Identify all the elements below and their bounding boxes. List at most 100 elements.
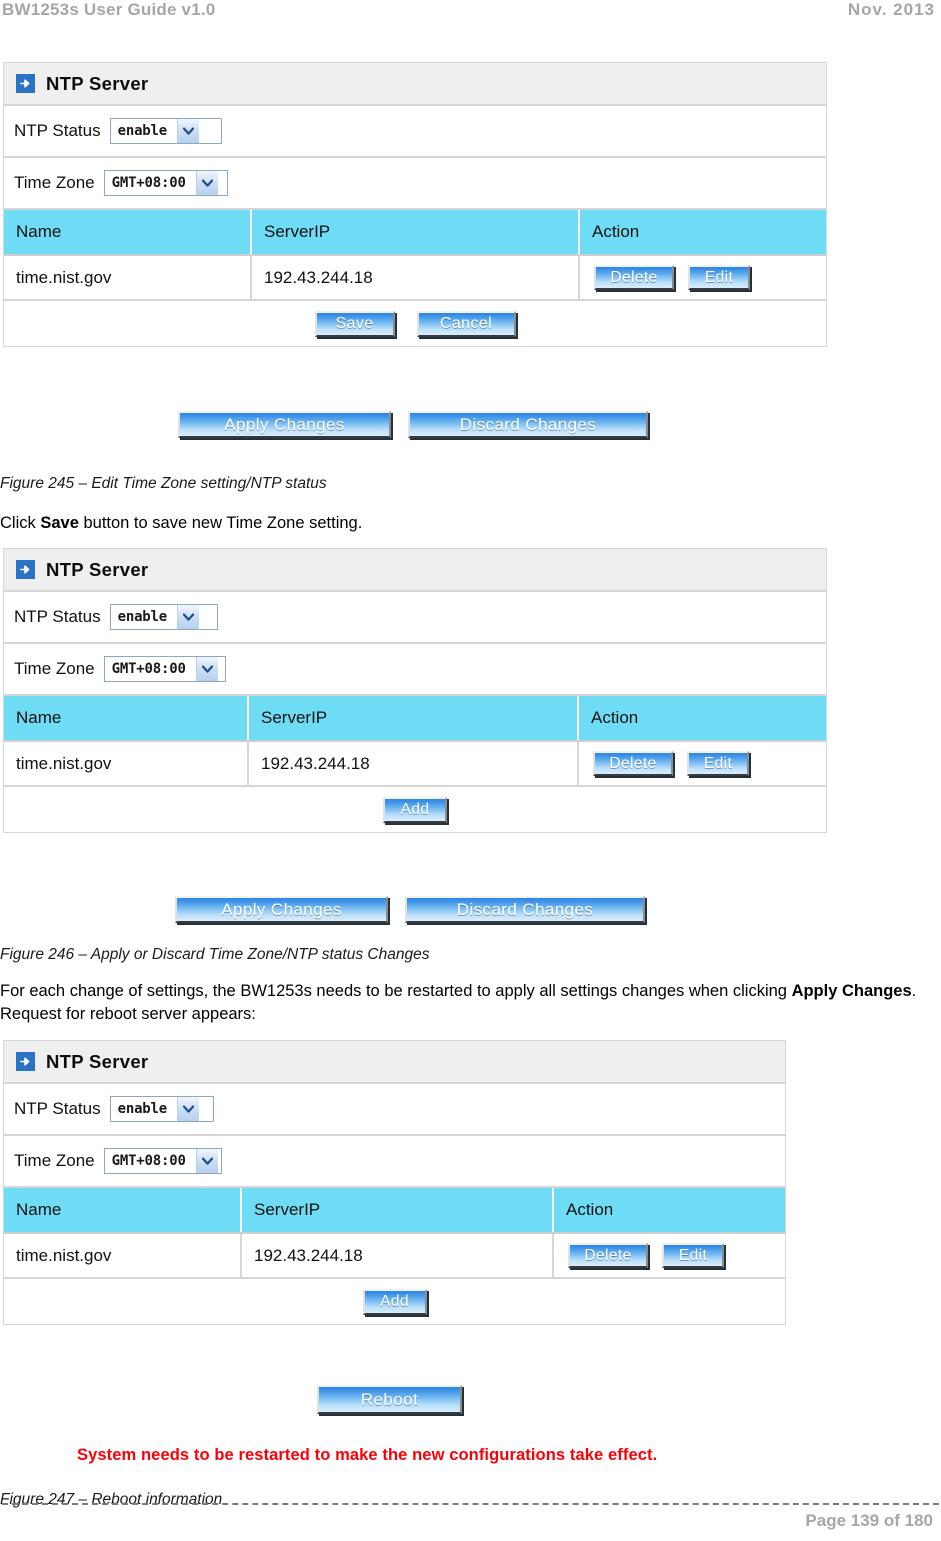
- discard-changes-button[interactable]: Discard Changes: [408, 411, 648, 438]
- ntp-server-panel-saved: NTP Server NTP Status enable Time Zone G…: [3, 548, 827, 833]
- table-row: time.nist.gov 192.43.244.18 Delete Edit: [4, 256, 826, 301]
- page-number: Page 139 of 180: [805, 1511, 933, 1530]
- chevron-down-icon[interactable]: [195, 171, 218, 195]
- ntp-table-header-row: Name ServerIP Action: [4, 696, 826, 742]
- edit-button[interactable]: Edit: [662, 1243, 724, 1268]
- reboot-button[interactable]: Reboot: [317, 1385, 462, 1414]
- ntp-server-panel-edit: NTP Server NTP Status enable Time Zone G…: [3, 62, 827, 347]
- ntp-status-label: NTP Status: [14, 121, 101, 140]
- ntp-table-header-row: Name ServerIP Action: [4, 210, 826, 256]
- ntp-status-select[interactable]: enable: [109, 1096, 214, 1122]
- reboot-warning-text: System needs to be restarted to make the…: [77, 1446, 658, 1464]
- column-header-name: Name: [4, 1188, 242, 1232]
- delete-button[interactable]: Delete: [594, 265, 674, 290]
- panel-title: NTP Server: [46, 1050, 149, 1072]
- cancel-button[interactable]: Cancel: [416, 310, 516, 337]
- column-header-serverip: ServerIP: [242, 1188, 554, 1232]
- chevron-down-icon[interactable]: [177, 1097, 199, 1121]
- time-zone-label: Time Zone: [14, 173, 95, 192]
- table-row: time.nist.gov 192.43.244.18 Delete Edit: [4, 1234, 785, 1279]
- time-zone-select[interactable]: GMT+08:00: [103, 170, 228, 196]
- arrow-right-icon: [16, 560, 35, 579]
- panel-title-bar: NTP Server: [4, 1041, 785, 1084]
- page-header: BW1253s User Guide v1.0 Nov. 2013: [0, 0, 941, 34]
- add-button[interactable]: Add: [362, 1288, 427, 1315]
- ntp-status-field-row: NTP Status enable: [4, 592, 826, 644]
- apply-changes-button[interactable]: Apply Changes: [175, 896, 388, 923]
- panel-title: NTP Server: [46, 558, 149, 580]
- ntp-status-value: enable: [117, 609, 168, 625]
- paragraph-text-bold: Apply Changes: [791, 982, 912, 1000]
- figure-caption-245: Figure 245 – Edit Time Zone setting/NTP …: [0, 475, 327, 492]
- column-header-name: Name: [4, 696, 249, 740]
- time-zone-select[interactable]: GMT+08:00: [103, 1148, 222, 1174]
- figure-caption-246: Figure 246 – Apply or Discard Time Zone/…: [0, 946, 430, 963]
- edit-button[interactable]: Edit: [687, 751, 749, 776]
- document-title: BW1253s User Guide v1.0: [2, 0, 216, 19]
- paragraph-text-pre: For each change of settings, the BW1253s…: [0, 982, 792, 1000]
- ntp-status-value: enable: [117, 1101, 168, 1117]
- paragraph-reboot-instruction: For each change of settings, the BW1253s…: [0, 980, 926, 1026]
- ntp-status-select[interactable]: enable: [109, 604, 218, 630]
- action-bar-apply-discard-2: Apply Changes Discard Changes: [175, 896, 645, 923]
- delete-button[interactable]: Delete: [593, 751, 673, 776]
- table-row: time.nist.gov 192.43.244.18 Delete Edit: [4, 742, 826, 787]
- panel-footer-buttons: Save Cancel: [4, 301, 826, 346]
- ntp-server-panel-reboot: NTP Server NTP Status enable Time Zone G…: [3, 1040, 786, 1325]
- discard-changes-button[interactable]: Discard Changes: [405, 896, 645, 923]
- time-zone-label: Time Zone: [14, 659, 95, 678]
- time-zone-field-row: Time Zone GMT+08:00: [4, 158, 826, 210]
- apply-changes-button[interactable]: Apply Changes: [178, 411, 391, 438]
- panel-title: NTP Server: [46, 72, 149, 94]
- time-zone-value: GMT+08:00: [111, 1153, 186, 1169]
- delete-button[interactable]: Delete: [568, 1243, 648, 1268]
- time-zone-value: GMT+08:00: [111, 175, 186, 191]
- time-zone-field-row: Time Zone GMT+08:00: [4, 1136, 785, 1188]
- panel-title-bar: NTP Server: [4, 63, 826, 106]
- time-zone-label: Time Zone: [14, 1151, 95, 1170]
- time-zone-value: GMT+08:00: [111, 661, 186, 677]
- ntp-status-label: NTP Status: [14, 1099, 101, 1118]
- column-header-serverip: ServerIP: [249, 696, 579, 740]
- panel-footer-buttons: Add: [4, 1279, 785, 1324]
- panel-title-bar: NTP Server: [4, 549, 826, 592]
- ntp-status-value: enable: [117, 123, 168, 139]
- cell-name: time.nist.gov: [4, 742, 249, 785]
- paragraph-save-instruction: Click Save button to save new Time Zone …: [0, 512, 900, 535]
- cell-name: time.nist.gov: [4, 256, 252, 299]
- cell-serverip: 192.43.244.18: [249, 742, 579, 785]
- paragraph-text-post: button to save new Time Zone setting.: [78, 514, 363, 532]
- ntp-status-label: NTP Status: [14, 607, 101, 626]
- cell-action: Delete Edit: [579, 742, 826, 785]
- action-bar-apply-discard-1: Apply Changes Discard Changes: [178, 411, 648, 438]
- ntp-status-select[interactable]: enable: [109, 118, 222, 144]
- chevron-down-icon[interactable]: [195, 1149, 218, 1173]
- arrow-right-icon: [16, 1052, 35, 1071]
- paragraph-text-pre: Click: [0, 514, 41, 532]
- time-zone-select[interactable]: GMT+08:00: [103, 656, 226, 682]
- column-header-action: Action: [579, 696, 826, 740]
- document-date: Nov. 2013: [847, 0, 935, 19]
- chevron-down-icon[interactable]: [177, 119, 199, 143]
- column-header-name: Name: [4, 210, 252, 254]
- ntp-status-field-row: NTP Status enable: [4, 106, 826, 158]
- page-footer: Page 139 of 180: [0, 1495, 941, 1541]
- column-header-action: Action: [580, 210, 826, 254]
- add-button[interactable]: Add: [383, 796, 447, 823]
- cell-action: Delete Edit: [580, 256, 826, 299]
- chevron-down-icon[interactable]: [177, 605, 199, 629]
- cell-action: Delete Edit: [554, 1234, 785, 1277]
- ntp-table-header-row: Name ServerIP Action: [4, 1188, 785, 1234]
- time-zone-field-row: Time Zone GMT+08:00: [4, 644, 826, 696]
- ntp-status-field-row: NTP Status enable: [4, 1084, 785, 1136]
- arrow-right-icon: [16, 74, 35, 93]
- action-bar-reboot: Reboot: [317, 1385, 462, 1414]
- column-header-serverip: ServerIP: [252, 210, 580, 254]
- cell-serverip: 192.43.244.18: [242, 1234, 554, 1277]
- chevron-down-icon[interactable]: [195, 657, 218, 681]
- footer-divider: [2, 1503, 939, 1505]
- panel-footer-buttons: Add: [4, 787, 826, 832]
- edit-button[interactable]: Edit: [688, 265, 750, 290]
- save-button[interactable]: Save: [314, 310, 395, 337]
- column-header-action: Action: [554, 1188, 785, 1232]
